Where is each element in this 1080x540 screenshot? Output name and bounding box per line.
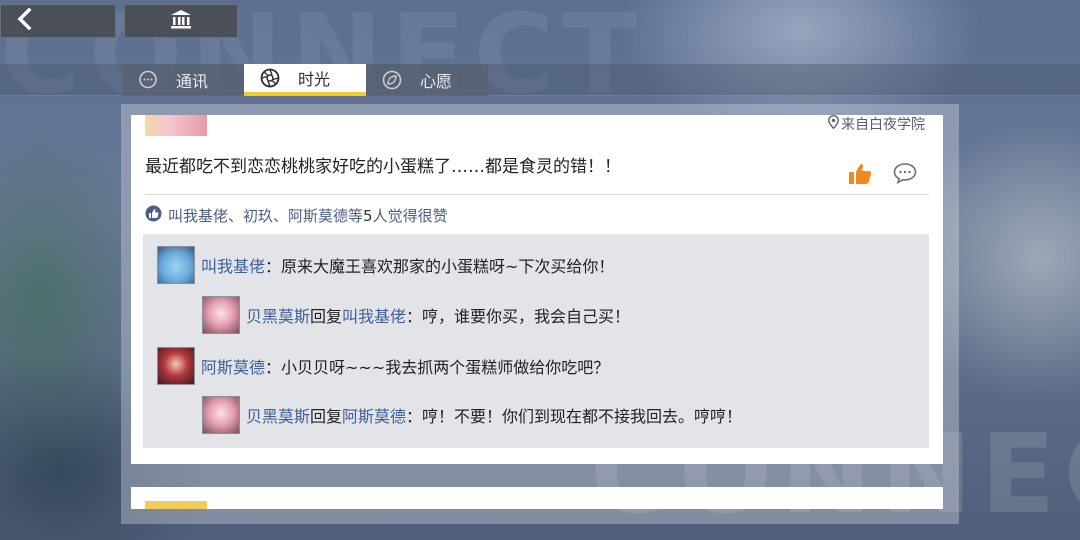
tab-communication[interactable]: 通讯 xyxy=(122,64,244,96)
likes-suffix: 人觉得很赞 xyxy=(372,207,448,225)
comment-text: ：原来大魔王喜欢那家的小蛋糕呀~下次买给你！ xyxy=(265,257,615,276)
comment-text: ：小贝贝呀~~~我去抓两个蛋糕师做给你吃吧？ xyxy=(265,358,610,377)
aperture-icon xyxy=(260,68,280,88)
wish-icon xyxy=(382,70,402,90)
chevron-left-icon xyxy=(15,7,35,34)
comment-text: ：哼，谁要你买，我会自己买！ xyxy=(406,307,631,326)
tab-label: 时光 xyxy=(298,70,331,89)
comment-author[interactable]: 贝黑莫斯 xyxy=(246,307,310,326)
post-author-avatar[interactable] xyxy=(145,115,207,136)
comment-text: ：哼！不要！你们到现在都不接我回去。哼哼！ xyxy=(406,407,743,426)
home-button[interactable] xyxy=(124,4,238,38)
post-text: 最近都吃不到恋恋桃桃家好吃的小蛋糕了……都是食灵的错！！ xyxy=(145,157,621,177)
comment-button[interactable] xyxy=(892,162,918,185)
avatar[interactable] xyxy=(202,296,240,334)
comment-reply-item[interactable]: 贝黑莫斯回复叫我基佬：哼，谁要你买，我会自己买！ xyxy=(202,296,630,334)
tab-moments[interactable]: 时光 xyxy=(244,64,366,96)
back-button[interactable] xyxy=(0,4,116,38)
comment-author[interactable]: 贝黑莫斯 xyxy=(246,407,310,426)
comment-item[interactable]: 阿斯莫德：小贝贝呀~~~我去抓两个蛋糕师做给你吃吧？ xyxy=(157,347,609,385)
reply-word: 回复 xyxy=(310,407,343,426)
chat-bubble-icon xyxy=(138,70,158,90)
avatar[interactable] xyxy=(157,347,195,385)
avatar[interactable] xyxy=(157,246,195,284)
comment-reply-item[interactable]: 贝黑莫斯回复阿斯莫德：哼！不要！你们到现在都不接我回去。哼哼！ xyxy=(202,396,742,434)
comment-author[interactable]: 叫我基佬 xyxy=(201,257,265,276)
reply-word: 回复 xyxy=(310,307,343,326)
museum-icon xyxy=(170,9,192,33)
thumbs-up-circle-icon xyxy=(145,205,162,226)
post-location: 来自白夜学院 xyxy=(828,114,925,134)
location-label: 来自白夜学院 xyxy=(841,117,925,133)
reply-target[interactable]: 叫我基佬 xyxy=(342,307,406,326)
location-pin-icon xyxy=(828,115,839,133)
avatar[interactable] xyxy=(202,396,240,434)
likes-count: 5 xyxy=(363,207,373,225)
reply-target[interactable]: 阿斯莫德 xyxy=(342,407,406,426)
next-post-card xyxy=(131,487,943,509)
tab-label: 通讯 xyxy=(176,72,209,91)
tab-wishes[interactable]: 心愿 xyxy=(366,64,488,96)
likes-summary[interactable]: 叫我基佬、初玖、阿斯莫德等5人觉得很赞 xyxy=(145,205,448,226)
comment-item[interactable]: 叫我基佬：原来大魔王喜欢那家的小蛋糕呀~下次买给你！ xyxy=(157,246,614,284)
like-button[interactable] xyxy=(847,162,873,186)
comment-bubble-icon xyxy=(892,163,918,188)
comment-author[interactable]: 阿斯莫德 xyxy=(201,358,265,377)
next-post-avatar[interactable] xyxy=(145,501,207,509)
likes-names: 叫我基佬、初玖、阿斯莫德等 xyxy=(168,207,364,225)
thumbs-up-icon xyxy=(847,164,873,190)
tab-label: 心愿 xyxy=(420,72,453,91)
post-divider xyxy=(145,194,929,195)
